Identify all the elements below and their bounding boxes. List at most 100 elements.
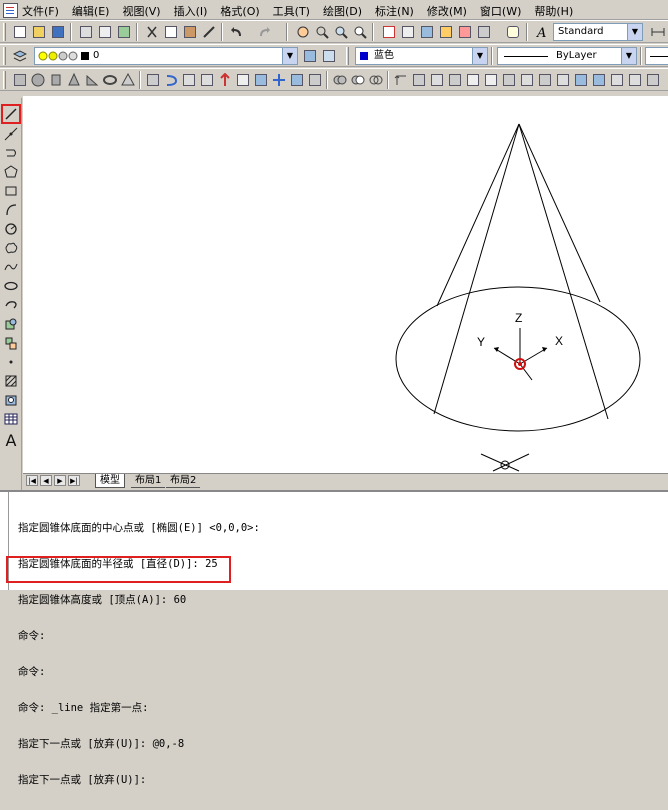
publish-icon[interactable] [116,24,132,40]
intersect-icon[interactable] [368,72,384,88]
3d-rotate-icon[interactable] [289,72,305,88]
menu-dimension[interactable]: 标注(N) [375,3,414,19]
sphere-icon[interactable] [30,72,46,88]
help-icon[interactable] [505,24,521,40]
3d-align-icon[interactable] [307,72,323,88]
open-icon[interactable] [31,24,47,40]
menu-help[interactable]: 帮助(H) [534,3,573,19]
redo-icon[interactable] [256,24,272,40]
menu-tools[interactable]: 工具(T) [273,3,310,19]
shell-icon[interactable] [519,72,535,88]
text-style-dropdown[interactable]: Standard ▼ [553,23,643,41]
multiline-text-icon[interactable]: A [3,431,19,450]
check-icon[interactable] [555,72,571,88]
hatch-icon[interactable] [3,373,19,389]
revision-cloud-icon[interactable] [3,240,19,256]
ellipse-arc-icon[interactable] [3,297,19,313]
undo-icon[interactable] [229,24,245,40]
extract-edges-icon[interactable] [465,72,481,88]
polyline-icon[interactable] [3,145,19,161]
color-faces-icon[interactable] [645,72,661,88]
new-icon[interactable] [12,24,28,40]
menu-format[interactable]: 格式(O) [220,3,259,19]
lineweight-dropdown[interactable] [645,47,668,65]
spline-icon[interactable] [3,259,19,275]
3d-array-icon[interactable] [393,72,409,88]
loft-icon[interactable] [199,72,215,88]
menu-modify[interactable]: 修改(M) [427,3,467,19]
paste-icon[interactable] [182,24,198,40]
cylinder-icon[interactable] [48,72,64,88]
sheet-set-icon[interactable] [438,24,454,40]
3d-move-icon[interactable] [271,72,287,88]
make-block-icon[interactable] [3,335,19,351]
last-tab-button[interactable]: ▶| [68,475,80,486]
next-tab-button[interactable]: ▶ [54,475,66,486]
helix-icon[interactable] [235,72,251,88]
region-icon[interactable] [3,392,19,408]
menu-window[interactable]: 窗口(W) [480,3,521,19]
section-icon[interactable] [447,72,463,88]
table-icon[interactable] [3,411,19,427]
make-object-layer-current-icon[interactable] [302,48,318,64]
prev-tab-button[interactable]: ◀ [40,475,52,486]
toolbar-grip[interactable] [3,23,6,41]
imprint-icon[interactable] [483,72,499,88]
print-preview-icon[interactable] [97,24,113,40]
document-icon[interactable] [3,3,18,18]
color-dropdown[interactable]: 蓝色 ▼ [355,47,488,65]
match-properties-icon[interactable] [201,24,217,40]
planar-surface-icon[interactable] [253,72,269,88]
tab-layout1[interactable]: 布局1 [131,474,166,488]
polygon-icon[interactable] [3,164,19,180]
linetype-dropdown[interactable]: ByLayer ▼ [497,47,637,65]
zoom-window-icon[interactable] [333,24,349,40]
menu-view[interactable]: 视图(V) [122,3,160,19]
cone-generator-line[interactable] [518,123,609,420]
pyramid-icon[interactable] [120,72,136,88]
tool-palettes-icon[interactable] [419,24,435,40]
separate-icon[interactable] [501,72,517,88]
menu-file[interactable]: 文件(F) [22,3,59,19]
menu-insert[interactable]: 插入(I) [174,3,208,19]
extrude-faces-icon[interactable] [573,72,589,88]
cut-icon[interactable] [144,24,160,40]
union-icon[interactable] [332,72,348,88]
point-icon[interactable] [3,354,19,370]
markup-icon[interactable] [457,24,473,40]
rectangle-icon[interactable] [3,183,19,199]
clean-icon[interactable] [537,72,553,88]
layer-previous-icon[interactable] [321,48,337,64]
properties-icon[interactable] [381,24,397,40]
drawing-canvas[interactable]: Z Y X [23,96,668,473]
cone-generator-line[interactable] [518,123,601,303]
copy-icon[interactable] [163,24,179,40]
cone-generator-line[interactable] [436,123,520,307]
layer-dropdown[interactable]: 0 ▼ [34,47,298,65]
pan-icon[interactable] [295,24,311,40]
text-style-icon[interactable]: A [535,24,551,40]
menu-edit[interactable]: 编辑(E) [72,3,110,19]
tab-layout2[interactable]: 布局2 [166,474,201,488]
insert-block-icon[interactable] [3,316,19,332]
zoom-realtime-icon[interactable] [314,24,330,40]
arc-icon[interactable] [3,202,19,218]
extrude-icon[interactable] [145,72,161,88]
torus-icon[interactable] [102,72,118,88]
slice-icon[interactable] [411,72,427,88]
cone-icon[interactable] [66,72,82,88]
zoom-previous-icon[interactable] [352,24,368,40]
design-center-icon[interactable] [400,24,416,40]
calculator-icon[interactable] [476,24,492,40]
copy-faces-icon[interactable] [627,72,643,88]
cone-generator-line[interactable] [433,123,520,415]
menu-draw[interactable]: 绘图(D) [323,3,362,19]
polysolid-icon[interactable] [12,72,28,88]
sweep-icon[interactable] [181,72,197,88]
dimension-style-icon[interactable] [650,24,666,40]
tab-model[interactable]: 模型 [95,474,125,488]
move-faces-icon[interactable] [591,72,607,88]
construction-line-icon[interactable] [3,126,19,142]
line-icon[interactable] [1,104,21,124]
revolve-icon[interactable] [163,72,179,88]
